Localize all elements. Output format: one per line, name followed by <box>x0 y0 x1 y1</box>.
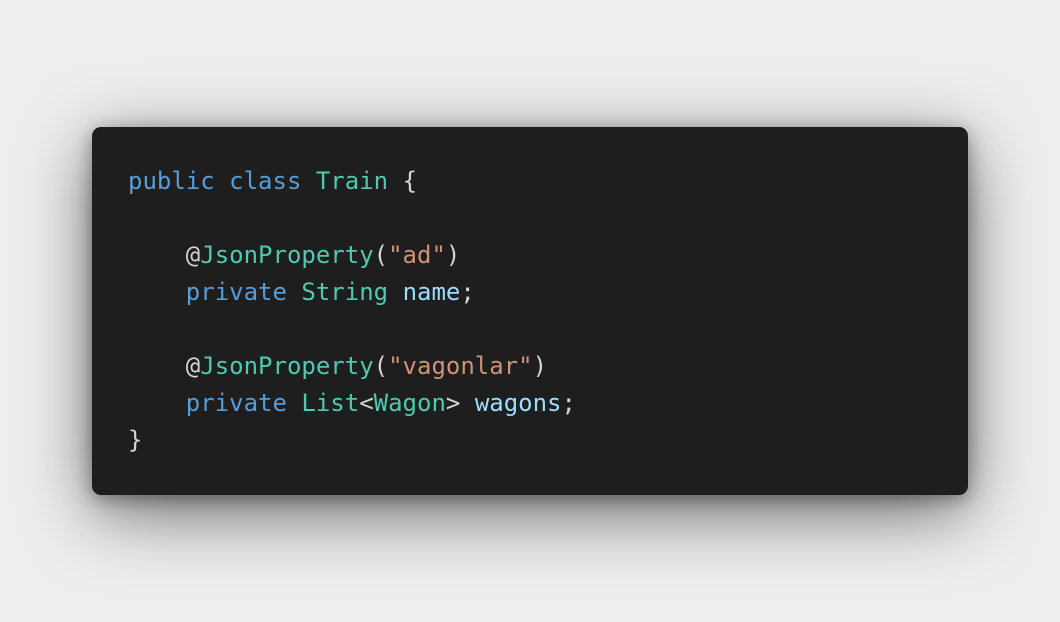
code-line-7: private List<Wagon> wagons; <box>128 385 968 422</box>
keyword-class: class <box>229 167 302 195</box>
keyword-private: private <box>185 389 287 417</box>
code-line-8: } <box>128 422 968 459</box>
field-name: wagons <box>474 389 562 417</box>
keyword-private: private <box>185 278 287 306</box>
generic-close: > <box>445 389 461 417</box>
close-paren: ) <box>445 241 461 269</box>
open-brace: { <box>402 167 418 195</box>
annotation-at: @ <box>185 241 201 269</box>
class-name: Train <box>315 167 389 195</box>
close-brace: } <box>128 426 143 454</box>
string-literal: "ad" <box>388 241 446 269</box>
code-line-4: private String name; <box>128 274 968 311</box>
code-line-1: public class Train { <box>128 163 968 200</box>
generic-open: < <box>359 389 374 417</box>
annotation-name: JsonProperty <box>200 352 374 380</box>
annotation-name: JsonProperty <box>200 241 374 269</box>
type-name: String <box>301 278 389 306</box>
generic-type-name: Wagon <box>373 389 446 417</box>
code-line-3: @JsonProperty("ad") <box>128 237 968 274</box>
semicolon: ; <box>460 278 475 306</box>
code-snippet-card: public class Train { @JsonProperty("ad")… <box>92 127 968 495</box>
keyword-public: public <box>128 167 215 195</box>
open-paren: ( <box>373 352 389 380</box>
field-name: name <box>402 278 461 306</box>
annotation-at: @ <box>185 352 201 380</box>
code-block: public class Train { @JsonProperty("ad")… <box>128 163 968 459</box>
open-paren: ( <box>373 241 389 269</box>
string-literal: "vagonlar" <box>388 352 533 380</box>
type-name: List <box>301 389 360 417</box>
semicolon: ; <box>561 389 576 417</box>
code-line-6: @JsonProperty("vagonlar") <box>128 348 968 385</box>
close-paren: ) <box>532 352 548 380</box>
